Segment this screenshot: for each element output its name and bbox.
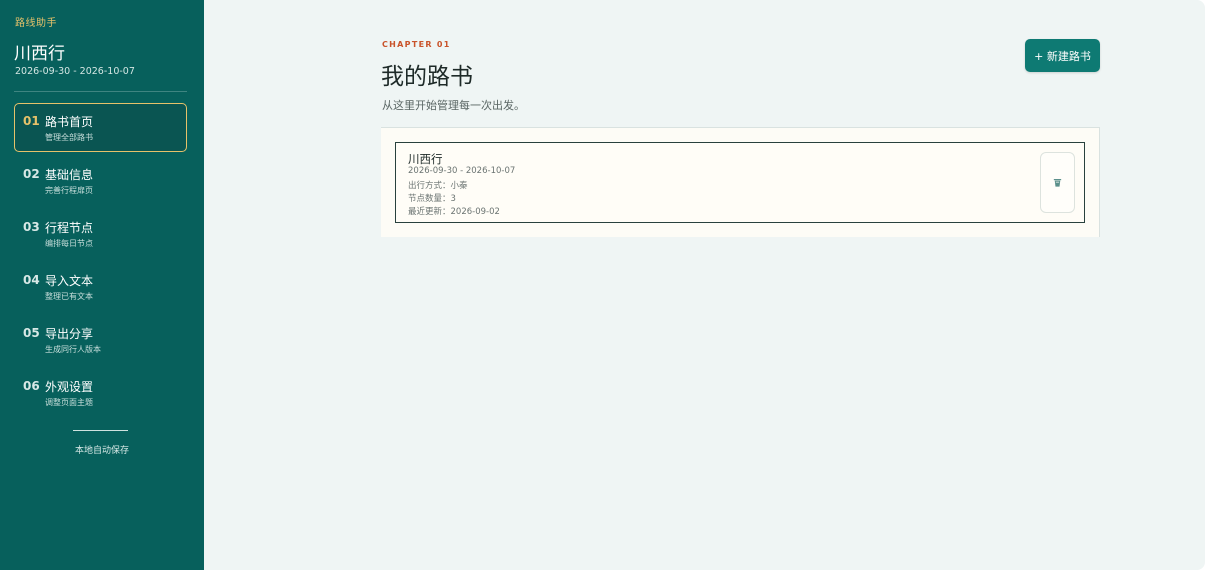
nav-subtitle: 管理全部路书 [45,133,93,142]
roadbook-last-updated: 最近更新：2026-09-02 [408,207,500,217]
current-trip-title: 川西行 [14,44,65,64]
nav-subtitle: 调整页面主题 [45,398,93,407]
nav-label: 基础信息 [45,168,94,182]
chapter-eyebrow: CHAPTER 01 [382,40,451,49]
page-description: 从这里开始管理每一次出发。 [382,99,525,112]
main-content: CHAPTER 01 我的路书 从这里开始管理每一次出发。 + 新建路书 川西行… [204,0,1205,570]
roadbook-list: 川西行 2026-09-30 - 2026-10-07 出行方式：小秦 节点数量… [381,127,1100,237]
roadbook-node-count: 节点数量：3 [408,194,456,204]
new-roadbook-button[interactable]: + 新建路书 [1025,39,1100,72]
nav-label: 行程节点 [45,221,94,235]
sidebar-nav: 01 路书首页 管理全部路书 02 基础信息 完善行程扉页 03 行程节点 编排… [14,103,187,421]
nav-number: 06 [23,379,40,393]
sidebar-item-import-text[interactable]: 04 导入文本 整理已有文本 [14,262,187,311]
sidebar-item-export-share[interactable]: 05 导出分享 生成同行人版本 [14,315,187,364]
current-trip-dates: 2026-09-30 - 2026-10-07 [15,66,135,77]
nav-label: 导出分享 [45,327,94,341]
nav-number: 01 [23,114,40,128]
trash-icon [1053,179,1062,187]
nav-subtitle: 整理已有文本 [45,292,93,301]
nav-label: 导入文本 [45,274,94,288]
app-brand: 路线助手 [15,18,57,29]
sidebar-item-appearance[interactable]: 06 外观设置 调整页面主题 [14,368,187,417]
roadbook-travel-mode: 出行方式：小秦 [408,181,468,191]
page-title: 我的路书 [381,64,473,90]
sidebar-item-home[interactable]: 01 路书首页 管理全部路书 [14,103,187,152]
save-status: 本地自动保存 [74,446,129,456]
nav-subtitle: 完善行程扉页 [45,186,93,195]
nav-number: 04 [23,273,40,287]
roadbook-title: 川西行 [408,152,443,166]
sidebar-item-basic-info[interactable]: 02 基础信息 完善行程扉页 [14,156,187,205]
nav-label: 路书首页 [45,115,94,129]
app-window: 路线助手 川西行 2026-09-30 - 2026-10-07 01 路书首页… [0,0,1205,570]
sidebar: 路线助手 川西行 2026-09-30 - 2026-10-07 01 路书首页… [0,0,204,570]
delete-roadbook-button[interactable] [1040,152,1075,213]
nav-subtitle: 编排每日节点 [45,239,93,248]
save-status-divider [73,430,128,431]
sidebar-divider [14,91,187,92]
nav-number: 02 [23,167,40,181]
nav-number: 03 [23,220,40,234]
nav-label: 外观设置 [45,380,94,394]
nav-subtitle: 生成同行人版本 [45,345,101,354]
roadbook-card[interactable]: 川西行 2026-09-30 - 2026-10-07 出行方式：小秦 节点数量… [395,142,1085,223]
nav-number: 05 [23,326,40,340]
roadbook-dates: 2026-09-30 - 2026-10-07 [408,166,516,176]
sidebar-item-itinerary-nodes[interactable]: 03 行程节点 编排每日节点 [14,209,187,258]
